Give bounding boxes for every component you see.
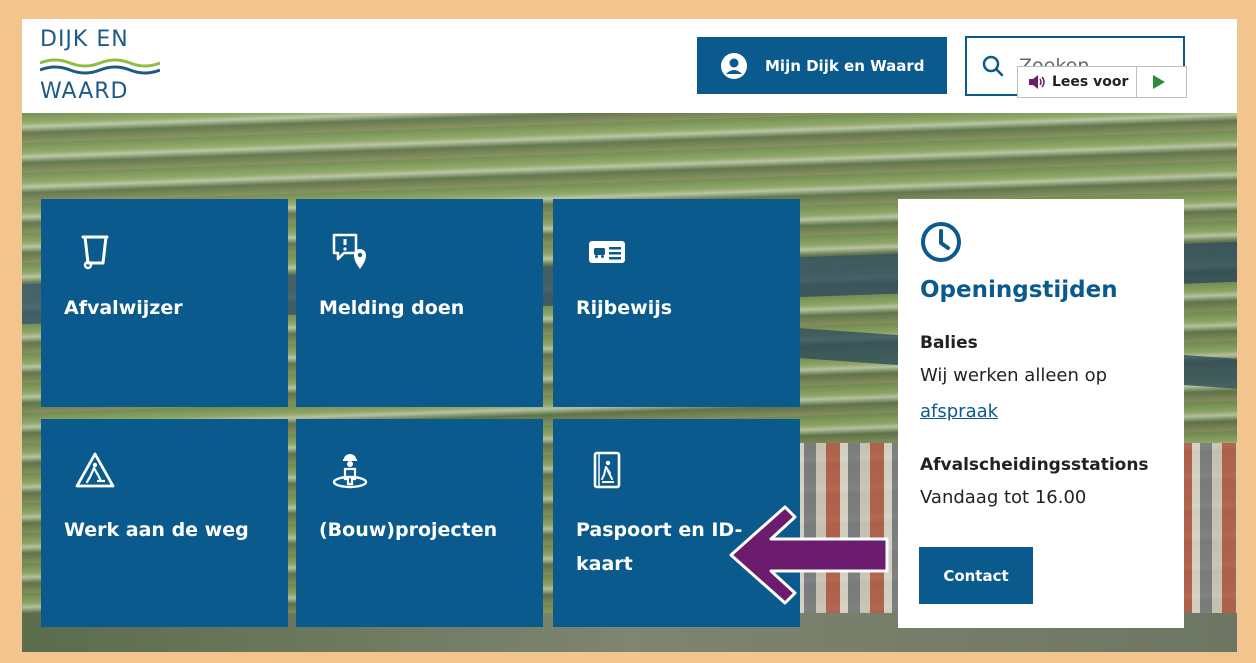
balies-text: Wij werken alleen op: [920, 365, 1108, 386]
logo-text-top: DIJK EN: [40, 27, 129, 52]
report-location-icon: [332, 233, 366, 269]
passport-icon: [593, 451, 621, 489]
tile-melding-doen[interactable]: Melding doen: [296, 199, 543, 407]
read-aloud-label: Lees voor: [1052, 74, 1129, 90]
read-aloud-widget: Lees voor: [1017, 66, 1187, 98]
logo-wave-icon: [40, 58, 160, 75]
tile-melding-doen-label: Melding doen: [319, 297, 465, 319]
read-aloud-button[interactable]: Lees voor: [1018, 67, 1138, 97]
drivers-license-icon: [589, 241, 625, 263]
site-logo[interactable]: DIJK EN WAARD: [40, 27, 160, 107]
afvalscheidingsstations-text: Vandaag tot 16.00: [920, 487, 1087, 508]
roadwork-icon: [75, 452, 115, 488]
openingstijden-panel: Openingstijden Balies Wij werken alleen …: [898, 199, 1184, 628]
tile-bouwprojecten-label: (Bouw)projecten: [319, 519, 498, 541]
page: DIJK EN WAARD Mijn Dijk en Waard Zoeken …: [22, 19, 1237, 652]
afvalscheidingsstations-heading: Afvalscheidingsstations: [920, 455, 1149, 475]
construction-worker-icon: [332, 454, 368, 489]
read-aloud-play-button[interactable]: [1137, 67, 1181, 97]
tile-werk-aan-de-weg-label: Werk aan de weg: [64, 519, 249, 541]
balies-heading: Balies: [920, 333, 978, 353]
contact-button[interactable]: Contact: [919, 547, 1033, 604]
play-icon: [1153, 75, 1166, 89]
search-icon: [982, 55, 1004, 77]
mijn-dijk-en-waard-label: Mijn Dijk en Waard: [765, 56, 925, 75]
clock-icon: [921, 222, 961, 262]
tile-bouwprojecten[interactable]: (Bouw)projecten: [296, 419, 543, 627]
afspraak-link[interactable]: afspraak: [920, 401, 998, 422]
tile-werk-aan-de-weg[interactable]: Werk aan de weg: [41, 419, 288, 627]
mijn-dijk-en-waard-button[interactable]: Mijn Dijk en Waard: [697, 37, 947, 94]
tile-rijbewijs-label: Rijbewijs: [576, 297, 673, 319]
annotation-arrow-icon: [729, 505, 889, 605]
user-circle-icon: [721, 52, 747, 79]
speaker-icon: [1029, 75, 1045, 89]
tile-afvalwijzer-label: Afvalwijzer: [64, 297, 183, 319]
openingstijden-title: Openingstijden: [920, 277, 1118, 303]
tile-afvalwijzer[interactable]: Afvalwijzer: [41, 199, 288, 407]
logo-text-bottom: WAARD: [40, 79, 129, 104]
tile-rijbewijs[interactable]: Rijbewijs: [553, 199, 800, 407]
screenshot-frame: DIJK EN WAARD Mijn Dijk en Waard Zoeken …: [0, 0, 1256, 663]
trash-bin-icon: [81, 235, 109, 270]
